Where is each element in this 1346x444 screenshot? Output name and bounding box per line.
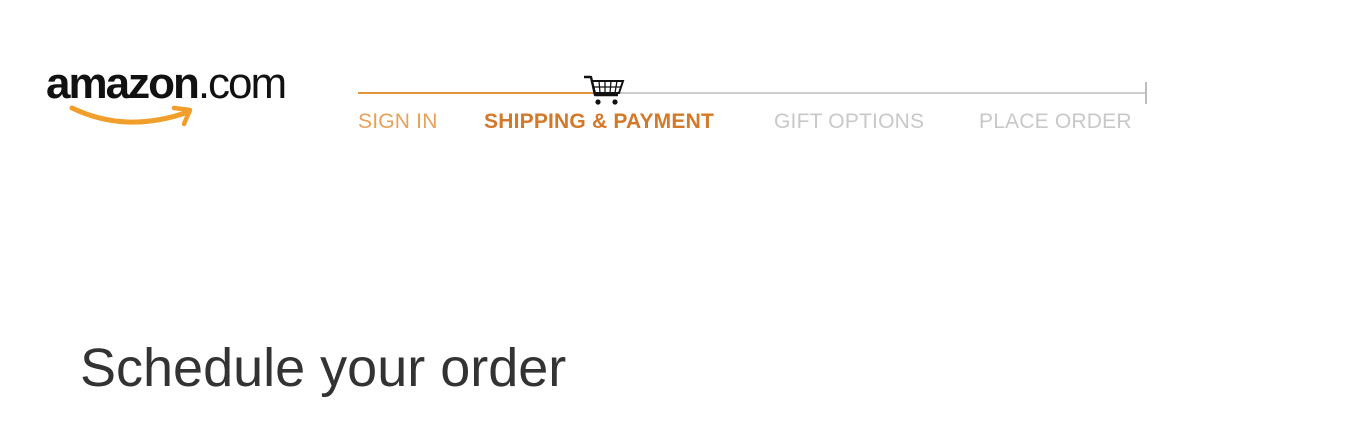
checkout-progress-tracker: SIGN IN SHIPPING & PAYMENT GIFT OPTIONS … — [356, 70, 1156, 150]
smile-arrow-icon — [69, 105, 193, 127]
step-shipping-payment: SHIPPING & PAYMENT — [484, 110, 714, 133]
shopping-cart-icon — [584, 75, 625, 105]
page-title: Schedule your order — [80, 338, 567, 398]
step-place-order: PLACE ORDER — [979, 110, 1132, 133]
step-sign-in[interactable]: SIGN IN — [358, 110, 438, 134]
step-gift-options: GIFT OPTIONS — [774, 110, 925, 133]
progress-completed-line — [358, 92, 594, 94]
progress-remaining-line — [594, 92, 1146, 94]
progress-end-tick — [1145, 82, 1147, 104]
checkout-page: amazon.com SIGN IN SHIPPING & PAYMENT GI… — [0, 0, 1346, 444]
amazon-logo[interactable]: amazon.com — [46, 58, 326, 130]
